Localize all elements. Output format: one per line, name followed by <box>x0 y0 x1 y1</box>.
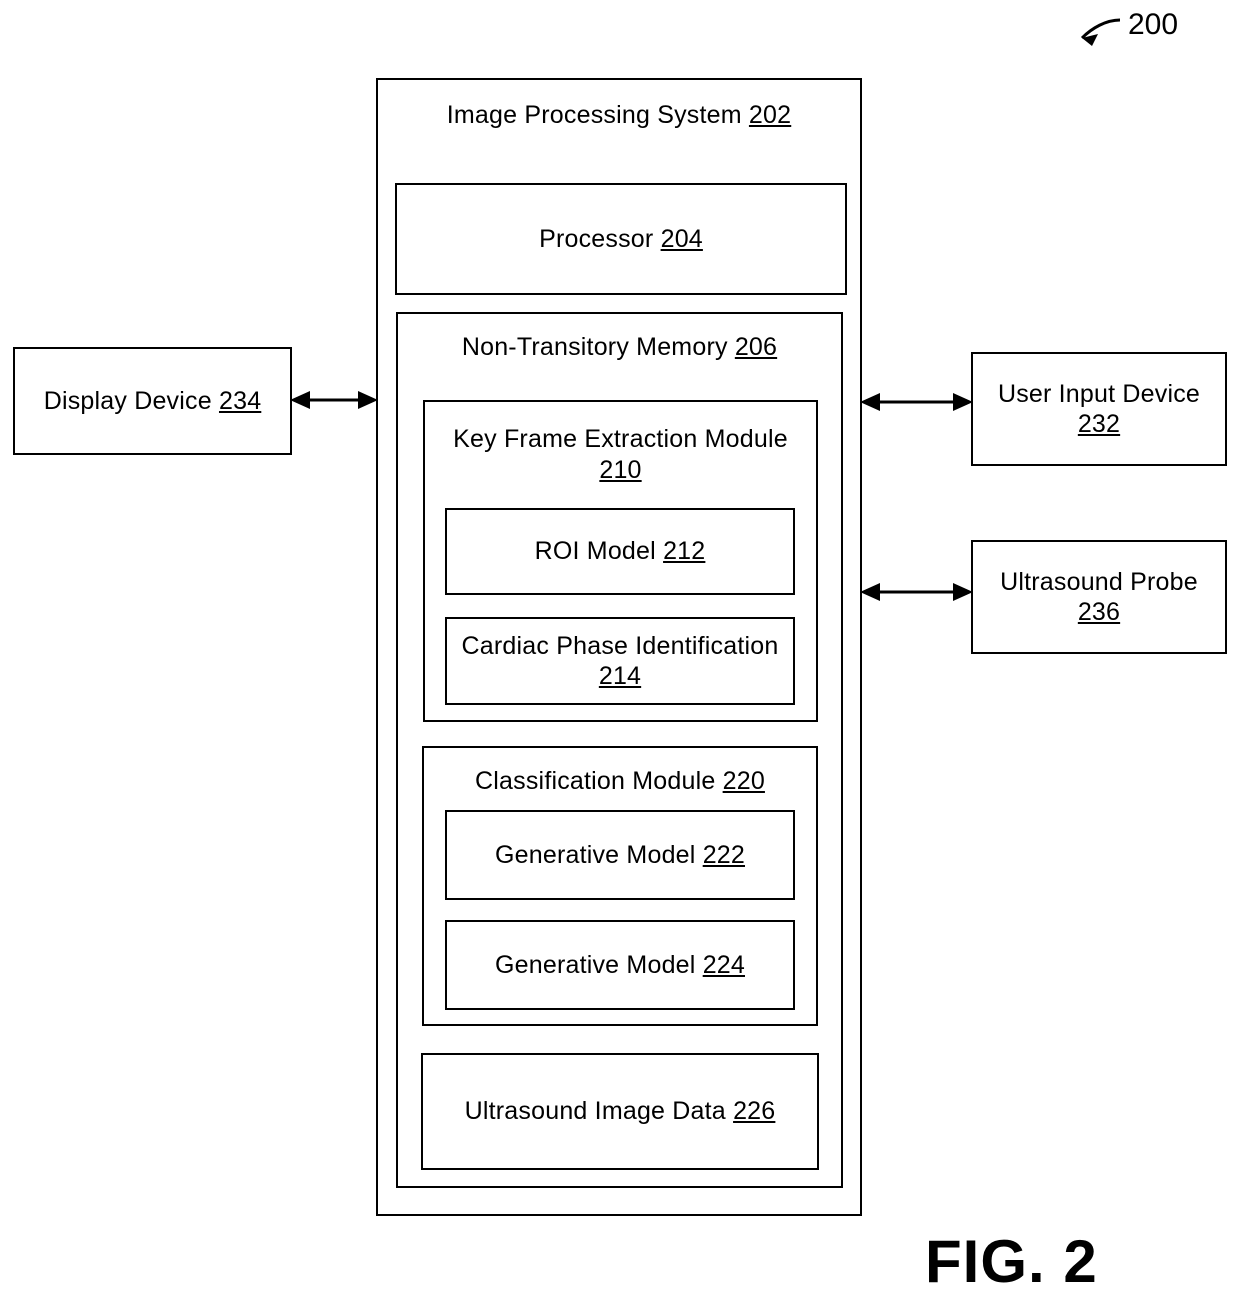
figure-label: FIG. 2 <box>925 1228 1098 1295</box>
connector-display-device <box>288 385 380 415</box>
image-processing-system-ref: 202 <box>748 101 792 129</box>
ultrasound-probe-label: Ultrasound Probe 236 <box>1000 567 1198 627</box>
generative-model-222-ref: 222 <box>702 840 745 869</box>
patent-figure-canvas: 200 Display Device 234 Image Processing … <box>0 0 1240 1315</box>
processor-box: Processor 204 <box>395 183 847 295</box>
display-device-ref: 234 <box>218 386 262 415</box>
ultrasound-image-data-label: Ultrasound Image Data 226 <box>464 1097 776 1126</box>
ultrasound-probe-ref: 236 <box>1077 598 1121 626</box>
ultrasound-image-data-ref: 226 <box>733 1097 776 1126</box>
connector-ultrasound-probe <box>858 577 975 607</box>
display-device-label: Display Device 234 <box>43 386 262 415</box>
classification-module-label: Classification Module 220 <box>475 767 765 795</box>
double-arrow-icon <box>290 391 378 409</box>
double-arrow-icon <box>860 583 973 601</box>
generative-model-222-box: Generative Model 222 <box>445 810 795 900</box>
key-frame-extraction-module-label: Key Frame Extraction Module 210 <box>453 425 788 484</box>
display-device-box: Display Device 234 <box>13 347 292 455</box>
generative-model-224-box: Generative Model 224 <box>445 920 795 1010</box>
image-processing-system-label: Image Processing System 202 <box>446 101 792 129</box>
processor-ref: 204 <box>660 224 703 253</box>
double-arrow-icon <box>860 393 973 411</box>
roi-model-label: ROI Model 212 <box>534 537 706 566</box>
roi-model-box: ROI Model 212 <box>445 508 795 595</box>
processor-label: Processor 204 <box>539 224 703 253</box>
generative-model-222-label: Generative Model 222 <box>495 840 745 869</box>
user-input-device-box: User Input Device 232 <box>971 352 1227 466</box>
connector-user-input-device <box>858 387 975 417</box>
cardiac-phase-identification-box: Cardiac Phase Identification 214 <box>445 617 795 705</box>
non-transitory-memory-ref: 206 <box>734 333 778 361</box>
user-input-device-label: User Input Device 232 <box>997 379 1201 439</box>
key-frame-extraction-module-ref: 210 <box>599 455 642 484</box>
non-transitory-memory-label: Non-Transitory Memory 206 <box>461 333 778 361</box>
classification-module-ref: 220 <box>722 767 765 795</box>
roi-model-ref: 212 <box>663 537 706 566</box>
callout-200-label: 200 <box>1128 8 1179 41</box>
ultrasound-probe-box: Ultrasound Probe 236 <box>971 540 1227 654</box>
callout-200: 200 <box>1062 8 1222 64</box>
cardiac-phase-identification-ref: 214 <box>598 662 642 690</box>
ultrasound-image-data-box: Ultrasound Image Data 226 <box>421 1053 819 1170</box>
user-input-device-ref: 232 <box>1077 410 1121 438</box>
generative-model-224-ref: 224 <box>702 950 745 979</box>
generative-model-224-label: Generative Model 224 <box>495 950 745 979</box>
cardiac-phase-identification-label: Cardiac Phase Identification 214 <box>461 631 779 691</box>
